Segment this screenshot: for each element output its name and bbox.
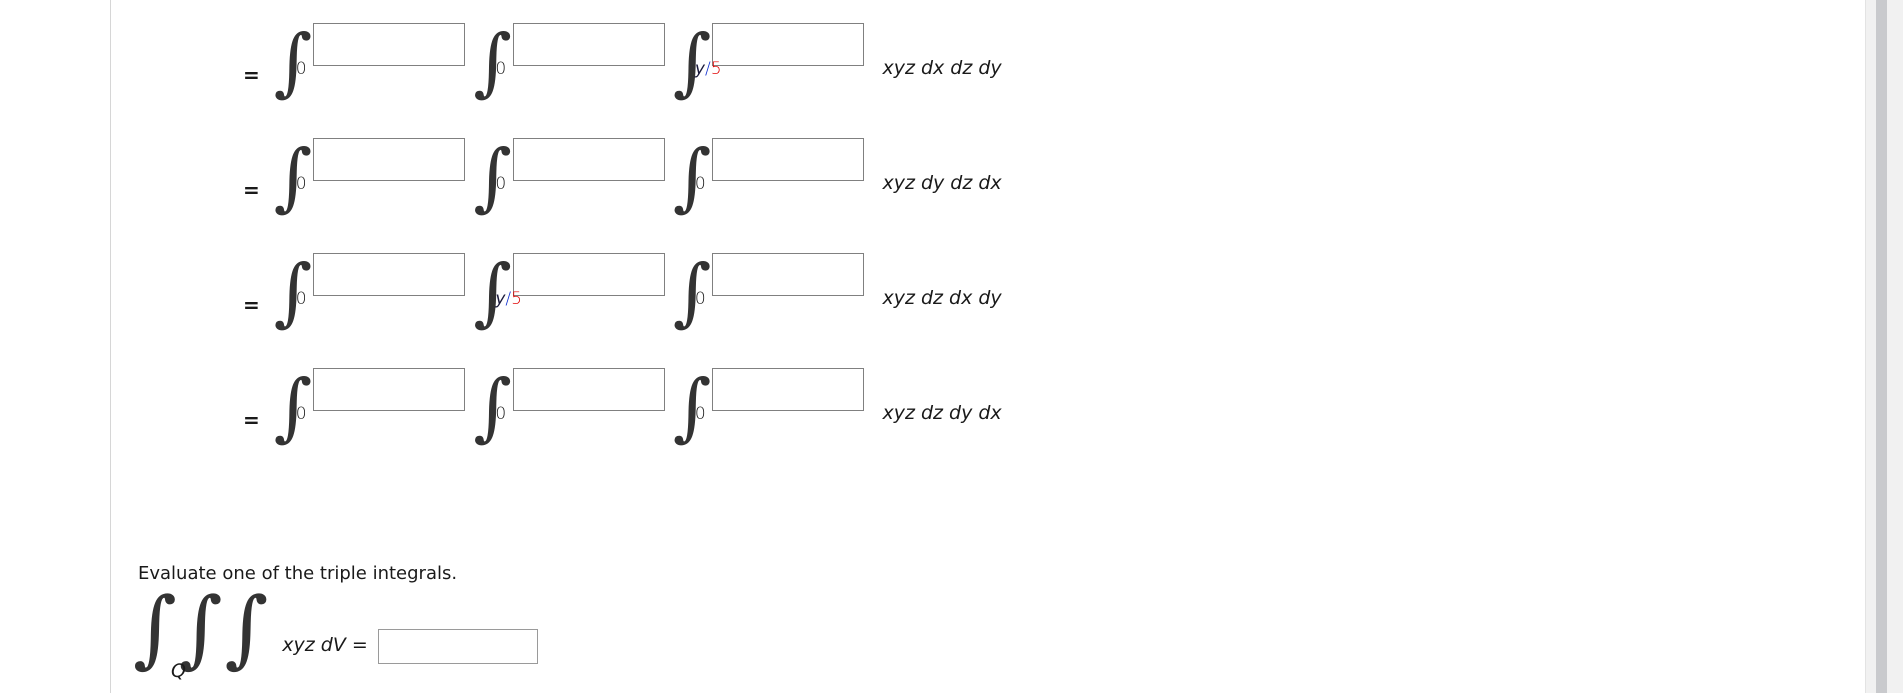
integral-upper-limit-input[interactable]: [712, 23, 865, 66]
region-subscript-label: Q: [171, 660, 188, 683]
final-answer-input[interactable]: [377, 629, 538, 664]
triple-integral-icon: ∫∫∫ Q: [133, 586, 270, 681]
integral-upper-limit-input[interactable]: [313, 23, 466, 66]
limit-part: 0: [694, 289, 706, 310]
limit-part: 0: [694, 404, 706, 425]
integral-sign-icon: ∫ 0: [473, 364, 512, 450]
integrand-label: xyz dz dx dy: [882, 287, 1002, 309]
integral-sign-icon: ∫ 0: [672, 134, 712, 220]
scrollbar-thumb[interactable]: [1876, 0, 1887, 693]
integral-term: ∫ y/5: [672, 10, 865, 105]
integral-upper-limit-input[interactable]: [712, 368, 865, 411]
limit-part: 0: [694, 174, 706, 195]
integral-sign-icon: ∫ 0: [273, 19, 313, 105]
content-area: = ∫ 0 ∫ 0 ∫ y/5 xyz dx dz dy = ∫ 0 ∫ 0 ∫ 0 xyz dy dz dx…: [111, 0, 1865, 693]
integral-upper-limit-input[interactable]: [712, 138, 865, 181]
equation-row: = ∫ 0 ∫ 0 ∫ 0 xyz dy dz dx: [243, 125, 1002, 245]
integral-sign-icon: ∫ 0: [273, 364, 313, 450]
integral-term: ∫ 0: [273, 125, 466, 220]
integral-term: ∫ 0: [473, 355, 665, 450]
integral-lower-limit: 0: [695, 176, 706, 193]
integral-upper-limit-input[interactable]: [313, 368, 466, 411]
integral-lower-limit: y/5: [495, 291, 522, 308]
limit-part: 0: [295, 404, 307, 425]
integral-lower-limit: 0: [495, 176, 506, 193]
integral-term: ∫ 0: [273, 10, 466, 105]
integral-upper-limit-input[interactable]: [712, 253, 865, 296]
integrand-label: xyz dx dz dy: [882, 57, 1002, 79]
limit-part: 0: [495, 174, 507, 195]
integral-term: ∫ 0: [273, 355, 466, 450]
equation-row: = ∫ 0 ∫ 0 ∫ y/5 xyz dx dz dy: [243, 10, 1002, 130]
integral-lower-limit: 0: [296, 176, 307, 193]
equals-sign: =: [243, 178, 260, 202]
equation-row: = ∫ 0 ∫ 0 ∫ 0 xyz dz dy dx: [243, 355, 1002, 475]
integral-sign-icon: ∫ 0: [672, 249, 712, 335]
limit-part: 0: [495, 59, 507, 80]
integral-term: ∫ 0: [672, 240, 865, 335]
integral-lower-limit: y/5: [695, 61, 722, 78]
integral-upper-limit-input[interactable]: [313, 253, 466, 296]
limit-part: 5: [710, 59, 722, 80]
integral-sign-icon: ∫ 0: [473, 134, 512, 220]
integral-term: ∫ 0: [473, 125, 665, 220]
integral-lower-limit: 0: [296, 291, 307, 308]
integral-sign-icon: ∫ 0: [273, 134, 313, 220]
integral-lower-limit: 0: [495, 406, 506, 423]
limit-part: 5: [511, 289, 522, 310]
limit-part: y: [694, 59, 705, 80]
integral-sign-icon: ∫ 0: [672, 364, 712, 450]
integral-upper-limit-input[interactable]: [512, 253, 665, 296]
integral-term: ∫ 0: [273, 240, 466, 335]
limit-part: y: [495, 289, 506, 310]
integral-sign-icon: ∫ 0: [473, 19, 512, 105]
equation-row: = ∫ 0 ∫ y/5 ∫ 0 xyz dz dx dy: [243, 240, 1002, 360]
integral-upper-limit-input[interactable]: [512, 23, 665, 66]
integral-upper-limit-input[interactable]: [512, 138, 665, 181]
integral-term: ∫ 0: [672, 355, 865, 450]
limit-part: 0: [295, 174, 307, 195]
integral-sign-icon: ∫ y/5: [473, 249, 522, 335]
equals-sign: =: [243, 63, 260, 87]
integral-sign-icon: ∫ y/5: [672, 19, 722, 105]
integral-lower-limit: 0: [296, 61, 307, 78]
final-integrand-label: xyz dV =: [282, 634, 368, 656]
integral-upper-limit-input[interactable]: [313, 138, 466, 181]
triple-integral-glyph: ∫∫∫: [133, 579, 271, 677]
integral-term: ∫ 0: [672, 125, 865, 220]
integral-upper-limit-input[interactable]: [512, 368, 665, 411]
integral-lower-limit: 0: [495, 61, 506, 78]
integral-sign-icon: ∫ 0: [273, 249, 313, 335]
integral-lower-limit: 0: [695, 406, 706, 423]
integral-term: ∫ y/5: [473, 240, 665, 335]
integral-lower-limit: 0: [695, 291, 706, 308]
limit-part: 0: [295, 59, 307, 80]
equals-sign: =: [243, 408, 260, 432]
integral-lower-limit: 0: [296, 406, 307, 423]
integrand-label: xyz dz dy dx: [882, 402, 1002, 424]
equals-sign: =: [243, 293, 260, 317]
limit-part: 0: [295, 289, 307, 310]
vertical-scrollbar[interactable]: [1865, 0, 1903, 693]
page-root: = ∫ 0 ∫ 0 ∫ y/5 xyz dx dz dy = ∫ 0 ∫ 0 ∫ 0 xyz dy dz dx…: [0, 0, 1903, 693]
limit-part: 0: [495, 404, 507, 425]
integral-term: ∫ 0: [473, 10, 665, 105]
integrand-label: xyz dy dz dx: [882, 172, 1002, 194]
final-integral-expression: ∫∫∫ Q xyz dV =: [133, 586, 538, 681]
